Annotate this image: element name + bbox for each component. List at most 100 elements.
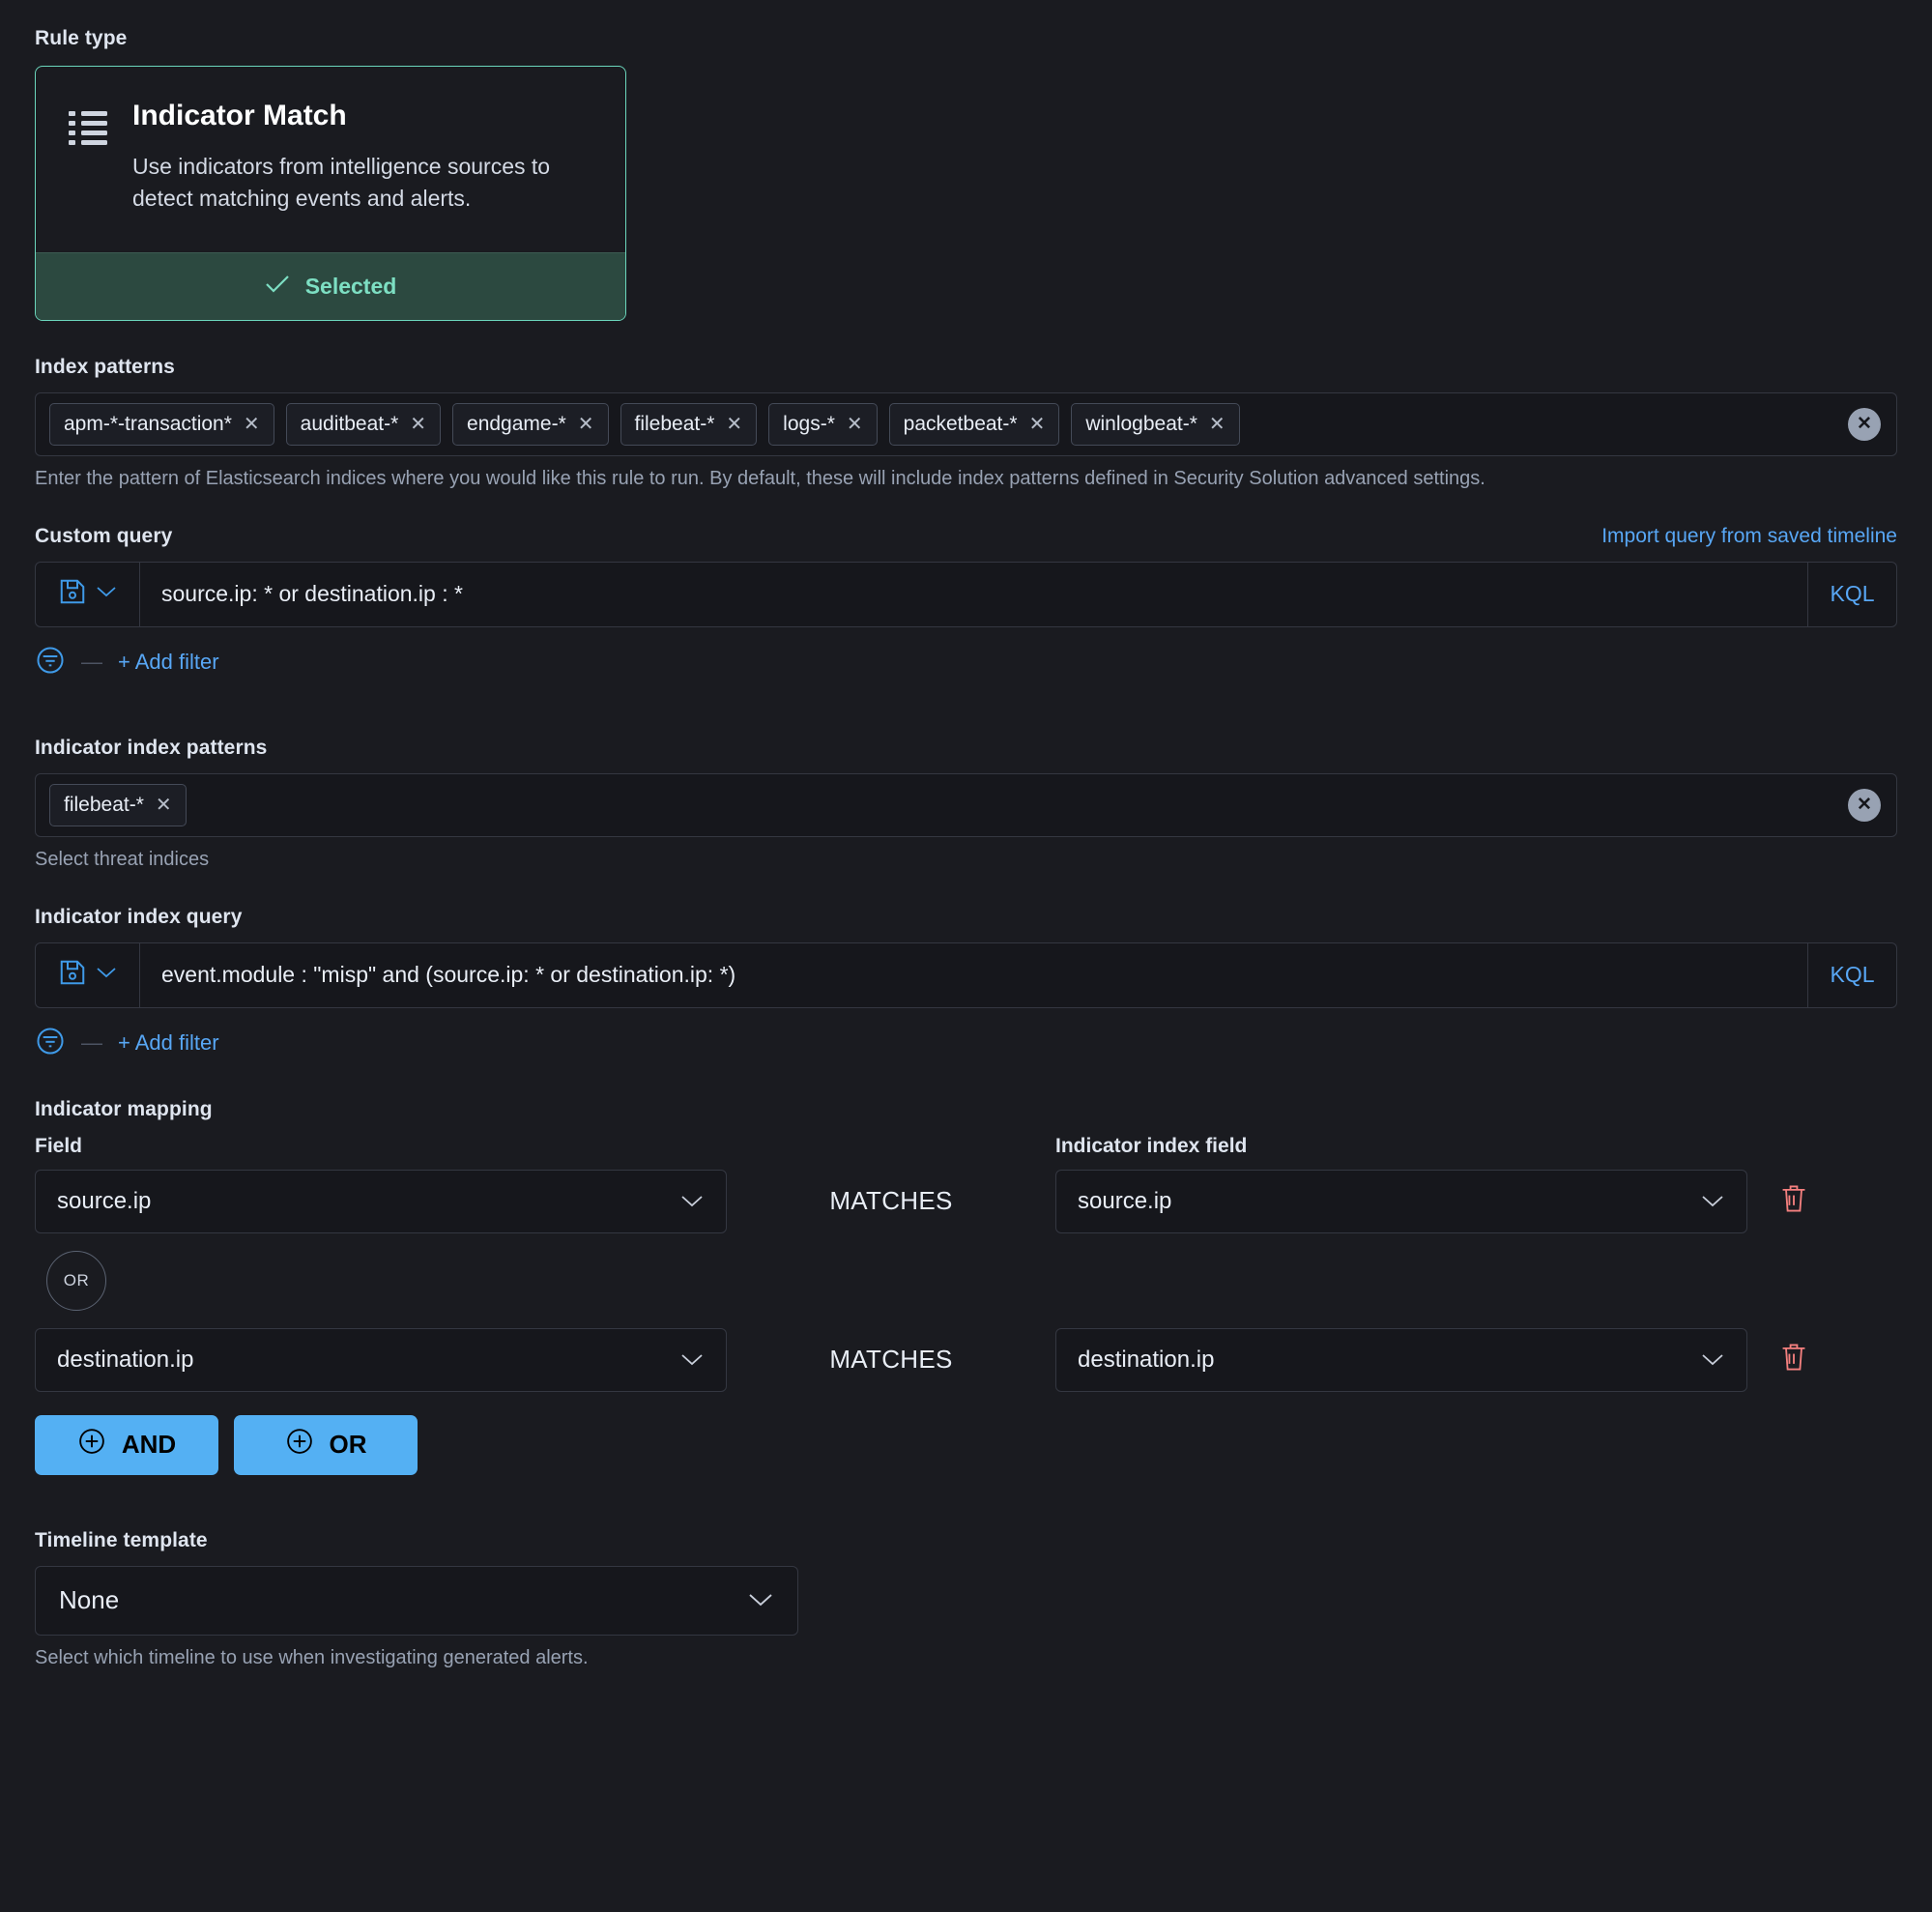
add-or-label: OR	[329, 1430, 367, 1460]
timeline-template-value: None	[59, 1585, 120, 1615]
remove-pill-icon[interactable]: ✕	[847, 415, 863, 434]
indicator-mapping-label: Indicator mapping	[35, 1097, 213, 1120]
mapping-indicator-field-select[interactable]: destination.ip	[1055, 1327, 1747, 1392]
timeline-template-section: Timeline template None Select which time…	[35, 1529, 1897, 1669]
indicator-query-filter-row: — + Add filter	[35, 1026, 1897, 1061]
rule-type-section: Rule type Indicator Match Use indicators…	[35, 27, 1897, 321]
index-pattern-pill[interactable]: apm-*-transaction* ✕	[49, 402, 274, 446]
trash-icon	[1780, 1183, 1807, 1219]
indicator-mapping-section: Indicator mapping Field Indicator index …	[35, 1098, 1897, 1475]
index-pattern-pill[interactable]: winlogbeat-* ✕	[1071, 402, 1240, 446]
index-patterns-label: Index patterns	[35, 355, 175, 378]
query-language-button[interactable]: KQL	[1807, 562, 1896, 626]
pill-label: logs-*	[783, 412, 835, 435]
timeline-template-label: Timeline template	[35, 1528, 208, 1551]
field-column-label: Field	[35, 1134, 83, 1157]
clear-all-icon[interactable]: ✕	[1848, 788, 1881, 822]
remove-pill-icon[interactable]: ✕	[156, 796, 172, 815]
remove-pill-icon[interactable]: ✕	[1209, 415, 1226, 434]
chevron-down-icon	[679, 1347, 705, 1374]
check-icon	[265, 275, 290, 299]
query-language-button[interactable]: KQL	[1807, 942, 1896, 1007]
plus-circle-icon	[285, 1427, 314, 1463]
custom-query-bar[interactable]: source.ip: * or destination.ip : * KQL	[35, 561, 1897, 627]
rule-type-selected-footer[interactable]: Selected	[36, 251, 625, 320]
mapping-add-buttons: AND OR	[35, 1414, 1897, 1475]
custom-query-section: Custom query Import query from saved tim…	[35, 525, 1897, 681]
rule-type-card-indicator-match[interactable]: Indicator Match Use indicators from inte…	[35, 66, 626, 321]
index-pattern-pill[interactable]: logs-* ✕	[768, 402, 878, 446]
remove-pill-icon[interactable]: ✕	[410, 415, 426, 434]
save-icon	[58, 577, 87, 611]
chevron-down-icon	[679, 1188, 705, 1215]
rule-type-description: Use indicators from intelligence sources…	[132, 154, 551, 212]
add-filter-button[interactable]: + Add filter	[118, 650, 219, 675]
saved-query-menu-button[interactable]	[36, 942, 140, 1007]
indicator-index-patterns-help: Select threat indices	[35, 848, 210, 870]
rule-creation-form: Rule type Indicator Match Use indicators…	[0, 0, 1932, 1912]
index-pattern-pill[interactable]: packetbeat-* ✕	[888, 402, 1060, 446]
mapping-indicator-field-select[interactable]: source.ip	[1055, 1169, 1747, 1233]
rule-type-label: Rule type	[35, 27, 128, 49]
remove-pill-icon[interactable]: ✕	[726, 415, 742, 434]
indicator-index-query-bar[interactable]: event.module : "misp" and (source.ip: * …	[35, 942, 1897, 1008]
import-query-link[interactable]: Import query from saved timeline	[1601, 525, 1897, 548]
filter-icon[interactable]	[35, 1026, 66, 1061]
indicator-index-field-column-label: Indicator index field	[1055, 1134, 1248, 1157]
add-or-button[interactable]: OR	[234, 1414, 418, 1475]
add-and-label: AND	[121, 1430, 177, 1460]
pill-label: apm-*-transaction*	[64, 412, 232, 435]
indicator-index-patterns-combobox[interactable]: filebeat-* ✕ ✕	[35, 772, 1897, 837]
indicator-index-pattern-pill[interactable]: filebeat-* ✕	[49, 783, 187, 826]
saved-query-menu-button[interactable]	[36, 562, 140, 626]
index-pattern-pill[interactable]: endgame-* ✕	[452, 402, 609, 446]
filter-icon[interactable]	[35, 645, 66, 681]
custom-query-input[interactable]: source.ip: * or destination.ip : *	[140, 563, 1807, 626]
indicator-index-patterns-section: Indicator index patterns filebeat-* ✕ ✕ S…	[35, 737, 1897, 871]
pill-label: auditbeat-*	[300, 412, 399, 435]
custom-query-label: Custom query	[35, 524, 173, 547]
remove-pill-icon[interactable]: ✕	[244, 415, 260, 434]
timeline-template-select[interactable]: None	[35, 1565, 798, 1636]
filter-divider: —	[81, 1030, 102, 1056]
remove-pill-icon[interactable]: ✕	[578, 415, 594, 434]
remove-pill-icon[interactable]: ✕	[1029, 415, 1046, 434]
delete-mapping-row-button[interactable]	[1774, 1342, 1813, 1377]
trash-icon	[1780, 1342, 1807, 1377]
pill-label: filebeat-*	[634, 412, 715, 435]
selected-label: Selected	[304, 273, 397, 299]
mapping-field-select[interactable]: destination.ip	[35, 1327, 727, 1392]
delete-mapping-row-button[interactable]	[1774, 1183, 1813, 1219]
pill-label: winlogbeat-*	[1085, 412, 1197, 435]
mapping-field-value: destination.ip	[57, 1346, 194, 1373]
custom-query-header: Custom query Import query from saved tim…	[35, 525, 1897, 548]
chevron-down-icon	[95, 584, 118, 604]
mapping-field-value: source.ip	[57, 1187, 152, 1214]
indicator-index-query-input[interactable]: event.module : "misp" and (source.ip: * …	[140, 943, 1807, 1007]
chevron-down-icon	[1700, 1188, 1725, 1215]
add-and-button[interactable]: AND	[35, 1414, 218, 1475]
add-filter-button[interactable]: + Add filter	[118, 1030, 219, 1056]
rule-type-card-text: Indicator Match Use indicators from inte…	[132, 100, 587, 216]
indicator-index-query-section: Indicator index query event.module : "mi…	[35, 906, 1897, 1061]
timeline-template-help: Select which timeline to use when invest…	[35, 1646, 589, 1668]
mapping-operator-label: MATCHES	[829, 1345, 953, 1375]
mapping-indicator-field-value: source.ip	[1078, 1187, 1172, 1214]
index-patterns-combobox[interactable]: apm-*-transaction* ✕ auditbeat-* ✕ endgame…	[35, 391, 1897, 456]
index-patterns-section: Index patterns apm-*-transaction* ✕ audit…	[35, 356, 1897, 490]
indicator-mapping-row: destination.ip MATCHES destination.ip	[35, 1327, 1897, 1392]
mapping-indicator-field-value: destination.ip	[1078, 1346, 1215, 1373]
save-icon	[58, 958, 87, 992]
rule-type-title: Indicator Match	[132, 100, 347, 131]
index-pattern-pill[interactable]: filebeat-* ✕	[620, 402, 758, 446]
clear-all-icon[interactable]: ✕	[1848, 407, 1881, 441]
list-icon	[69, 109, 107, 151]
indicator-mapping-header-row: Field Indicator index field	[35, 1135, 1897, 1170]
or-badge: OR	[46, 1250, 106, 1311]
filter-divider: —	[81, 650, 102, 675]
plus-circle-icon	[77, 1427, 106, 1463]
pill-label: packetbeat-*	[903, 412, 1018, 435]
mapping-field-select[interactable]: source.ip	[35, 1169, 727, 1233]
index-pattern-pill[interactable]: auditbeat-* ✕	[285, 402, 442, 446]
custom-query-filter-row: — + Add filter	[35, 645, 1897, 681]
